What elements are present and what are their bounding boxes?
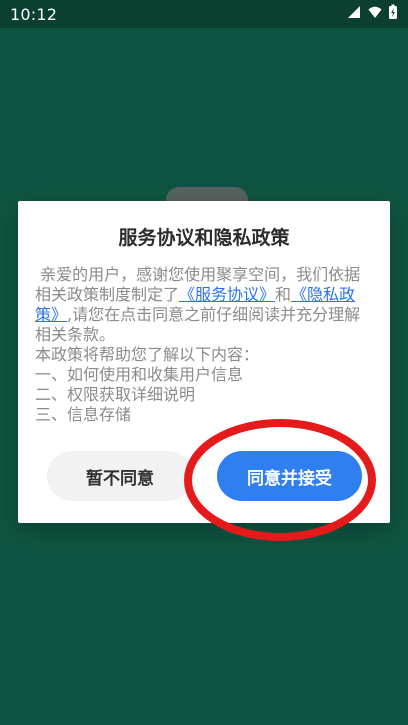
policy-text: 亲爱的用户，感谢您使用聚享空间，我们依据相关政策制度制定了《服务协议》和《隐私政…	[35, 265, 375, 425]
policy-summary-list: 本政策将帮助您了解以下内容： 一、如何使用和收集用户信息 二、权限获取详细说明 三、信…	[35, 345, 375, 425]
wifi-icon	[367, 4, 383, 24]
status-icons	[346, 4, 398, 24]
policy-and-text: 和	[275, 285, 292, 304]
policy-list-item: 三、信息存储	[35, 405, 132, 424]
service-agreement-link[interactable]: 《服务协议》	[179, 285, 275, 304]
dialog-title: 服务协议和隐私政策	[118, 227, 290, 249]
policy-list-item: 一、如何使用和收集用户信息	[35, 365, 244, 384]
signal-icon	[346, 4, 362, 24]
policy-reading-text: ,请您在点击同意之前仔细阅读并充分理解相关条款。	[35, 305, 361, 344]
policy-dialog: 服务协议和隐私政策 亲爱的用户，感谢您使用聚享空间，我们依据相关政策制度制定了《…	[18, 201, 390, 523]
status-time: 10:12	[10, 5, 58, 24]
status-bar: 10:12	[0, 0, 408, 28]
policy-summary-intro: 本政策将帮助您了解以下内容：	[35, 345, 260, 364]
decline-button[interactable]: 暂不同意	[47, 451, 193, 501]
battery-charging-icon	[388, 4, 398, 24]
accept-button[interactable]: 同意并接受	[217, 451, 362, 501]
policy-list-item: 二、权限获取详细说明	[35, 385, 196, 404]
